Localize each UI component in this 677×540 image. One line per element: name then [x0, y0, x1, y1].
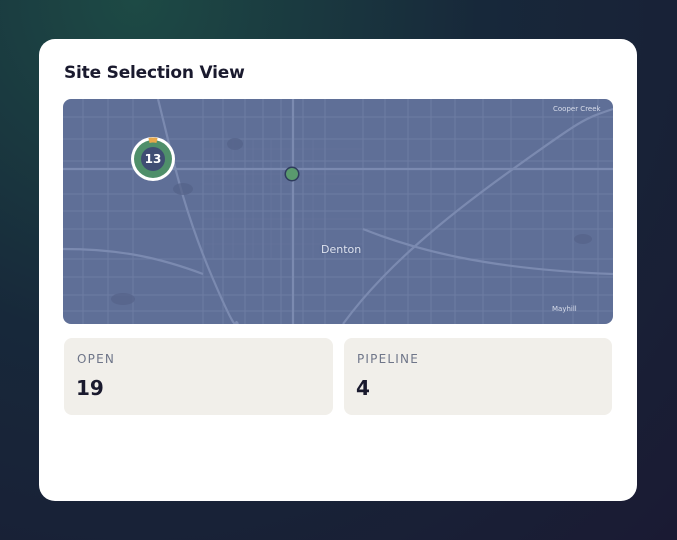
- map-minor-streets: [203, 139, 363, 259]
- site-selection-card: Site Selection View 13 Denton Cooper Cre…: [39, 39, 637, 501]
- map-label-cooper-creek: Cooper Creek: [553, 105, 601, 113]
- stat-label-pipeline: PIPELINE: [357, 352, 419, 366]
- card-title: Site Selection View: [64, 63, 245, 83]
- stat-value-open: 19: [76, 376, 104, 400]
- stat-label-open: OPEN: [77, 352, 116, 366]
- map-label-mayhill: Mayhill: [552, 305, 577, 313]
- map-label-denton: Denton: [321, 243, 362, 256]
- stat-card-pipeline: PIPELINE 4: [344, 338, 612, 415]
- stat-value-pipeline: 4: [356, 376, 370, 400]
- site-map[interactable]: 13 Denton Cooper Creek Mayhill: [63, 99, 613, 324]
- map-canvas[interactable]: [63, 99, 613, 324]
- map-streets: [63, 99, 613, 324]
- map-location-marker[interactable]: [284, 166, 300, 182]
- cluster-count: 13: [144, 152, 162, 166]
- stat-card-open: OPEN 19: [64, 338, 333, 415]
